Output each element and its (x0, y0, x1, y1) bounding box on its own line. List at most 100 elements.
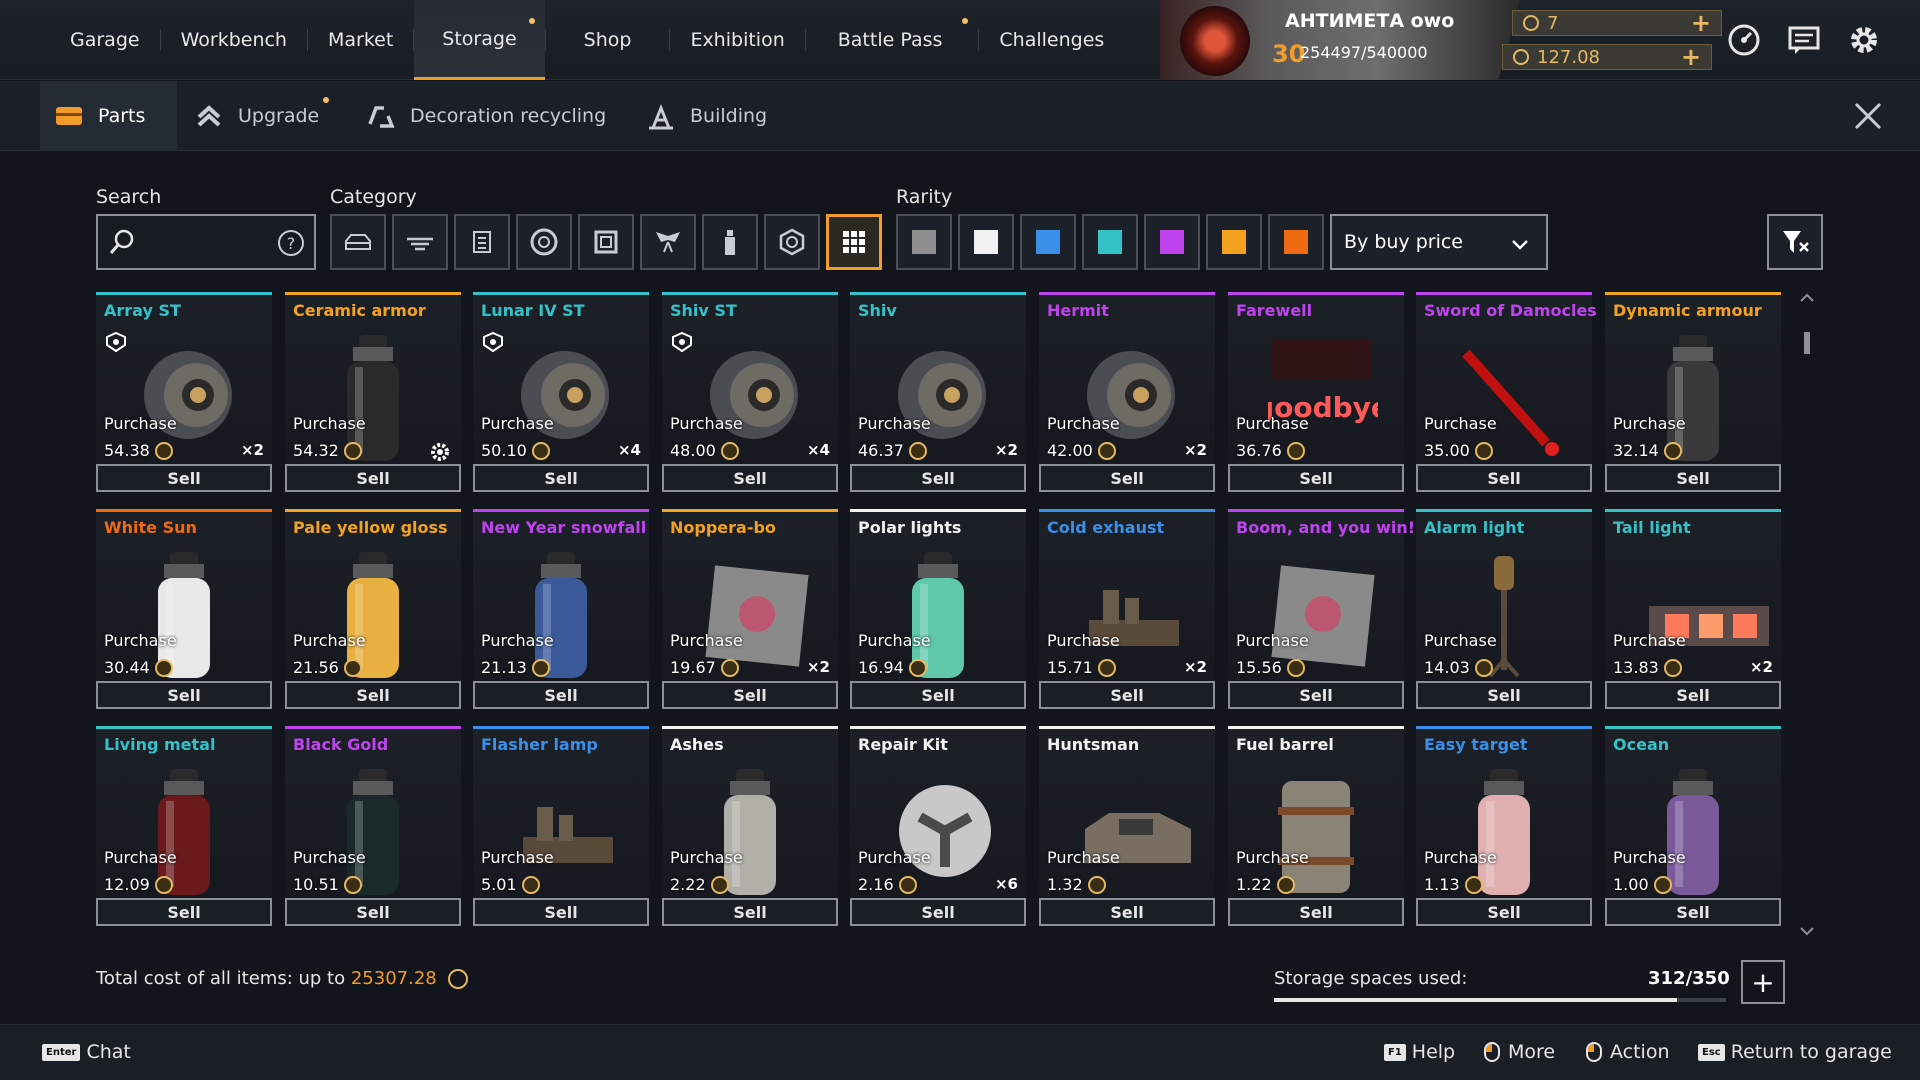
item-card[interactable]: Lunar IV ST Purchase 50.10 ×4 Sell (473, 292, 649, 492)
item-card[interactable]: Cold exhaust Purchase 15.71 ×2 Sell (1039, 509, 1215, 709)
close-icon[interactable] (1852, 100, 1884, 132)
item-card[interactable]: Pale yellow gloss Purchase 21.56 Sell (285, 509, 461, 709)
item-card[interactable]: New Year snowfall Purchase 21.13 Sell (473, 509, 649, 709)
sell-button[interactable]: Sell (1416, 681, 1592, 709)
item-card[interactable]: Boom, and you win! Purchase 15.56 Sell (1228, 509, 1415, 709)
category-paints[interactable] (702, 214, 758, 270)
sell-button[interactable]: Sell (1416, 898, 1592, 926)
rarity-legendary[interactable] (1206, 214, 1262, 270)
item-card[interactable]: Huntsman Purchase 1.32 Sell (1039, 726, 1215, 926)
sell-button[interactable]: Sell (96, 681, 272, 709)
return-hint[interactable]: Esc Return to garage (1698, 1041, 1892, 1063)
item-card[interactable]: Sword of Damocles Purchase 35.00 Sell (1416, 292, 1597, 492)
sell-button[interactable]: Sell (850, 681, 1026, 709)
sell-button[interactable]: Sell (1605, 464, 1781, 492)
tab-shop[interactable]: Shop (546, 0, 670, 80)
item-card[interactable]: Alarm light Purchase 14.03 Sell (1416, 509, 1592, 709)
item-card[interactable]: Tail light Purchase 13.83 ×2 Sell (1605, 509, 1781, 709)
sell-button[interactable]: Sell (285, 898, 461, 926)
sell-button[interactable]: Sell (662, 464, 838, 492)
category-stickers[interactable] (764, 214, 820, 270)
scroll-up-icon[interactable] (1800, 292, 1814, 302)
help-circle-icon[interactable]: ? (276, 228, 306, 258)
item-card[interactable]: Repair Kit Purchase 2.16 ×6 Sell (850, 726, 1026, 926)
sell-button[interactable]: Sell (285, 681, 461, 709)
category-modules[interactable] (454, 214, 510, 270)
search-input[interactable]: ? (96, 214, 316, 270)
sell-button[interactable]: Sell (1228, 681, 1404, 709)
tab-market[interactable]: Market (308, 0, 413, 80)
sell-button[interactable]: Sell (1416, 464, 1592, 492)
scroll-down-icon[interactable] (1800, 927, 1814, 937)
sell-button[interactable]: Sell (473, 898, 649, 926)
rarity-relic[interactable] (1268, 214, 1324, 270)
rarity-epic[interactable] (1144, 214, 1200, 270)
category-wheels[interactable] (516, 214, 572, 270)
sort-dropdown[interactable]: By buy price (1330, 214, 1548, 270)
sell-button[interactable]: Sell (1039, 464, 1215, 492)
category-frames[interactable] (578, 214, 634, 270)
item-card[interactable]: Ashes Purchase 2.22 Sell (662, 726, 838, 926)
item-card[interactable]: Shiv Purchase 46.37 ×2 Sell (850, 292, 1026, 492)
item-card[interactable]: Flasher lamp Purchase 5.01 Sell (473, 726, 649, 926)
expand-storage-button[interactable]: + (1741, 960, 1785, 1004)
sell-button[interactable]: Sell (1605, 898, 1781, 926)
help-hint[interactable]: F1 Help (1384, 1041, 1455, 1063)
sell-button[interactable]: Sell (96, 898, 272, 926)
item-card[interactable]: Array ST Purchase 54.38 ×2 Sell (96, 292, 272, 492)
item-card[interactable]: Farewell goodbyePurchase 36.76 Sell (1228, 292, 1404, 492)
item-card[interactable]: Shiv ST Purchase 48.00 ×4 Sell (662, 292, 838, 492)
sell-button[interactable]: Sell (96, 464, 272, 492)
sell-button[interactable]: Sell (1039, 898, 1215, 926)
item-card[interactable]: Easy target Purchase 1.13 Sell (1416, 726, 1592, 926)
clear-filters-button[interactable] (1767, 214, 1823, 270)
sell-button[interactable]: Sell (1039, 681, 1215, 709)
rarity-common[interactable] (896, 214, 952, 270)
tab-workbench[interactable]: Workbench (161, 0, 307, 80)
settings-gear-icon[interactable] (1846, 22, 1882, 58)
sell-button[interactable]: Sell (473, 464, 649, 492)
item-card[interactable]: Living metal Purchase 12.09 Sell (96, 726, 272, 926)
item-card[interactable]: Noppera-bo Purchase 19.67 ×2 Sell (662, 509, 838, 709)
rarity-special[interactable] (1020, 214, 1076, 270)
sell-button[interactable]: Sell (850, 898, 1026, 926)
add-premium-button[interactable]: + (1691, 11, 1711, 35)
item-card[interactable]: Polar lights Purchase 16.94 Sell (850, 509, 1026, 709)
subtab-upgrade[interactable]: Upgrade (194, 81, 330, 151)
tab-battle-pass[interactable]: Battle Pass (806, 0, 979, 80)
scrollbar[interactable] (1800, 292, 1814, 937)
category-weapons[interactable] (392, 214, 448, 270)
speedometer-icon[interactable] (1726, 22, 1762, 58)
item-card[interactable]: Hermit Purchase 42.00 ×2 Sell (1039, 292, 1215, 492)
player-profile[interactable]: АНТИМЕТА owo 30 254497/540000 (1160, 0, 1520, 80)
category-all[interactable] (826, 214, 882, 270)
sell-button[interactable]: Sell (1228, 898, 1404, 926)
more-hint[interactable]: More (1484, 1041, 1555, 1063)
rarity-rare[interactable] (958, 214, 1014, 270)
sell-button[interactable]: Sell (1228, 464, 1404, 492)
subtab-parts[interactable]: Parts (40, 81, 178, 151)
item-card[interactable]: Fuel barrel Purchase 1.22 Sell (1228, 726, 1404, 926)
sell-button[interactable]: Sell (850, 464, 1026, 492)
item-card[interactable]: Dynamic armour Purchase 32.14 Sell (1605, 292, 1781, 492)
scrollbar-thumb[interactable] (1804, 332, 1810, 354)
rarity-teal[interactable] (1082, 214, 1138, 270)
sell-button[interactable]: Sell (473, 681, 649, 709)
action-hint[interactable]: Action (1586, 1041, 1670, 1063)
add-coins-button[interactable]: + (1681, 45, 1701, 69)
category-cabins[interactable] (330, 214, 386, 270)
sell-button[interactable]: Sell (1605, 681, 1781, 709)
tab-storage[interactable]: Storage (414, 0, 545, 80)
tab-challenges[interactable]: Challenges (979, 0, 1124, 80)
sell-button[interactable]: Sell (285, 464, 461, 492)
item-card[interactable]: Ceramic armor Purchase 54.32 Sell (285, 292, 461, 492)
messages-icon[interactable] (1786, 22, 1822, 58)
tab-garage[interactable]: Garage (50, 0, 160, 80)
subtab-building[interactable]: Building (646, 81, 767, 151)
subtab-decoration-recycling[interactable]: Decoration recycling (366, 81, 606, 151)
category-decor[interactable] (640, 214, 696, 270)
item-card[interactable]: Black Gold Purchase 10.51 Sell (285, 726, 461, 926)
tab-exhibition[interactable]: Exhibition (670, 0, 804, 80)
chat-hint[interactable]: Enter Chat (42, 1041, 131, 1063)
item-card[interactable]: Ocean Purchase 1.00 Sell (1605, 726, 1781, 926)
